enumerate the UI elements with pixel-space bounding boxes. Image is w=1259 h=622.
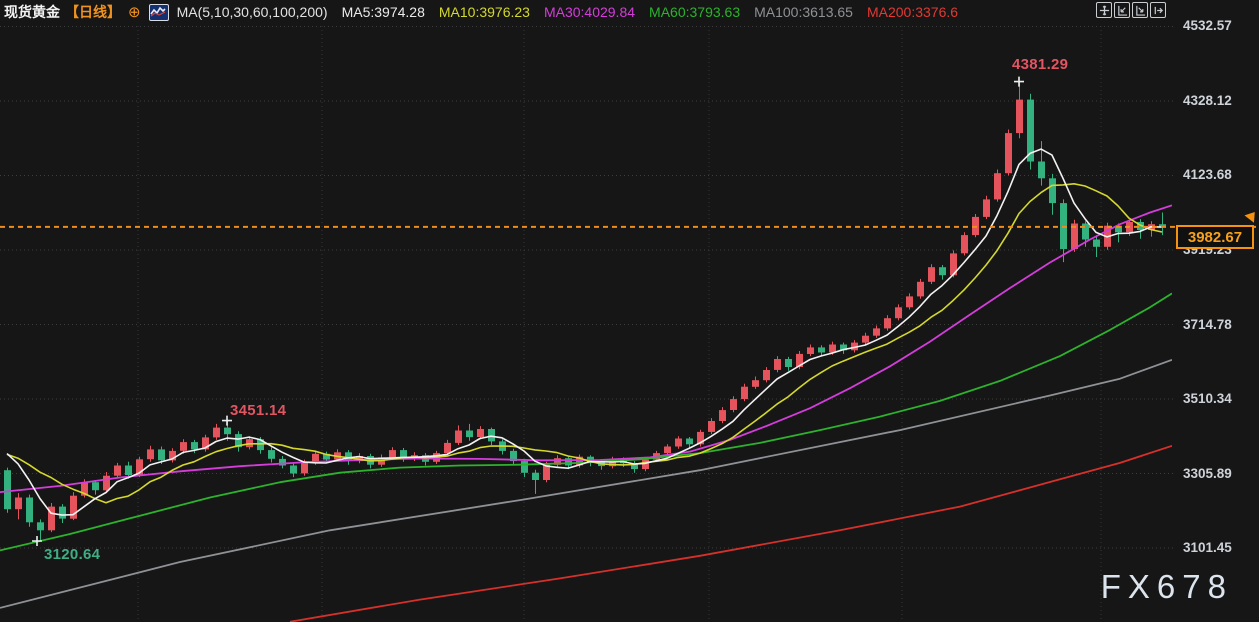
go-to-latest-icon (1153, 5, 1164, 16)
y-axis-label: 4328.12 (1183, 93, 1232, 108)
go-to-latest-button[interactable] (1150, 2, 1166, 18)
chart-header: 现货黄金 【日线】 ⊕ MA(5,10,30,60,100,200) MA5:3… (4, 1, 958, 23)
fit-scale-left-button[interactable] (1114, 2, 1130, 18)
fit-scale-right-icon (1135, 5, 1146, 16)
move-cross-icon (1099, 5, 1110, 16)
ma-value: MA5:3974.28 (342, 4, 425, 20)
gold-daily-chart-window: 现货黄金 【日线】 ⊕ MA(5,10,30,60,100,200) MA5:3… (0, 0, 1259, 622)
ma-params-label: MA(5,10,30,60,100,200) (177, 4, 328, 20)
current-price-tag: 3982.67 (1176, 225, 1254, 249)
price-annotation: 4381.29 (1012, 56, 1068, 73)
price-chart-canvas[interactable] (0, 0, 1259, 622)
add-indicator-icon[interactable]: ⊕ (128, 3, 141, 21)
timeframe-label: 【日线】 (65, 2, 121, 22)
instrument-title: 现货黄金 (4, 2, 60, 22)
ma-value: MA200:3376.6 (867, 4, 958, 20)
fit-scale-left-icon (1117, 5, 1128, 16)
y-axis-label: 4123.68 (1183, 167, 1232, 182)
y-axis-label: 4532.57 (1183, 18, 1232, 33)
price-annotation: 3120.64 (44, 546, 100, 563)
ma-value: MA100:3613.65 (754, 4, 853, 20)
price-annotation: 3451.14 (230, 402, 286, 419)
ma-value: MA10:3976.23 (439, 4, 530, 20)
ma-values-group: MA5:3974.28 MA10:3976.23 MA30:4029.84 MA60:… (328, 4, 958, 20)
y-axis-label: 3714.78 (1183, 317, 1232, 332)
fit-scale-right-button[interactable] (1132, 2, 1148, 18)
y-axis-label: 3305.89 (1183, 466, 1232, 481)
ma-value: MA60:3793.63 (649, 4, 740, 20)
chart-toolbar (1096, 2, 1166, 18)
move-tool-button[interactable] (1096, 2, 1112, 18)
y-axis-label: 3101.45 (1183, 540, 1232, 555)
ma-value: MA30:4029.84 (544, 4, 635, 20)
watermark-logo: FX678 (1101, 568, 1233, 606)
mini-chart-logo-icon[interactable] (149, 4, 169, 21)
y-axis-label: 3510.34 (1183, 391, 1232, 406)
